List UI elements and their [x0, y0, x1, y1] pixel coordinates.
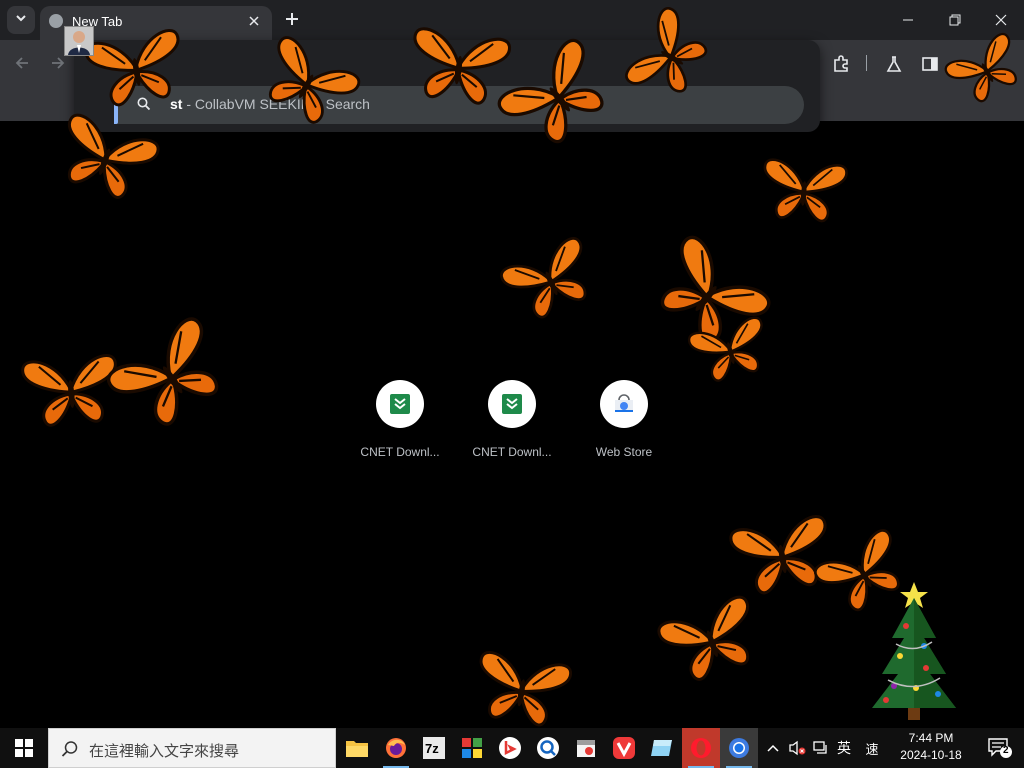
7zip-icon: 7z: [423, 737, 445, 759]
taskbar-app-search[interactable]: [529, 728, 567, 768]
butterfly-decoration: [464, 642, 580, 737]
close-tab-button[interactable]: [244, 11, 264, 31]
web-store-icon: [615, 394, 633, 412]
network-button[interactable]: [810, 728, 832, 768]
restore-button[interactable]: [937, 6, 973, 34]
taskbar-app-7zip[interactable]: 7z: [415, 728, 453, 768]
taskbar-search-placeholder: 在這裡輸入文字來搜尋: [89, 742, 240, 760]
toolbar-divider: [866, 55, 867, 71]
taskbar-app-file-explorer[interactable]: [338, 728, 376, 768]
person-icon: [65, 27, 93, 55]
taskbar-app[interactable]: [453, 728, 491, 768]
ime-mode-indicator[interactable]: 速: [860, 728, 884, 768]
shortcut-label: Web Store: [595, 445, 653, 459]
network-icon: [813, 741, 827, 754]
shortcut-label: CNET Downl...: [360, 445, 440, 459]
shortcut-tile[interactable]: Web Store: [568, 380, 680, 470]
ime-language-indicator[interactable]: 英: [832, 728, 856, 768]
minimize-icon: [903, 19, 913, 21]
butterfly-decoration: [90, 297, 249, 455]
butterfly-decoration: [486, 213, 613, 346]
taskbar-app-chrome[interactable]: [720, 728, 758, 768]
calendar-app-icon: [577, 740, 595, 757]
close-icon: [249, 16, 259, 26]
shortcut-icon-circle: [600, 380, 648, 428]
show-hidden-icons-button[interactable]: [762, 728, 784, 768]
shortcut-tile[interactable]: CNET Downl...: [344, 380, 456, 470]
chevron-down-icon: [15, 11, 27, 29]
cnet-download-icon: [502, 394, 522, 414]
start-button[interactable]: [0, 728, 48, 768]
volume-muted-icon: [789, 740, 806, 756]
globe-icon: [49, 14, 63, 28]
arrow-left-icon: [15, 57, 28, 69]
extensions-button[interactable]: [828, 51, 854, 77]
search-icon: [61, 740, 79, 758]
taskbar-app-notes[interactable]: [643, 728, 681, 768]
opera-icon: [691, 738, 711, 758]
taskbar-app-bing[interactable]: [491, 728, 529, 768]
search-app-icon: [537, 737, 559, 759]
labs-button[interactable]: [881, 51, 907, 77]
notification-icon: [988, 738, 1012, 758]
tab-search-button[interactable]: [7, 6, 35, 34]
back-button[interactable]: [11, 52, 33, 74]
shortcut-icon-circle: [376, 380, 424, 428]
firefox-icon: [386, 738, 406, 758]
notification-count-badge: 2: [1003, 745, 1009, 756]
shortcut-icon-circle: [488, 380, 536, 428]
taskbar: 在這裡輸入文字來搜尋 7z 英 速 7:44 PM 2024-10-18 2: [0, 728, 1024, 768]
taskbar-search-box[interactable]: 在這裡輸入文字來搜尋: [48, 728, 336, 768]
avatar[interactable]: [64, 26, 94, 56]
volume-button[interactable]: [786, 728, 808, 768]
flask-icon: [886, 56, 902, 72]
chrome-icon: [729, 738, 749, 758]
shortcut-tile[interactable]: CNET Downl...: [456, 380, 568, 470]
taskbar-app-calendar[interactable]: [567, 728, 605, 768]
clock-time: 7:44 PM: [908, 731, 954, 745]
taskbar-app-firefox[interactable]: [377, 728, 415, 768]
vivaldi-icon: [613, 737, 635, 759]
app-icon: [462, 738, 482, 758]
taskbar-clock[interactable]: 7:44 PM 2024-10-18: [890, 730, 972, 764]
file-explorer-icon: [346, 741, 368, 757]
shortcut-label: CNET Downl...: [472, 445, 552, 459]
clock-date: 2024-10-18: [900, 748, 962, 762]
restore-icon: [949, 14, 961, 26]
taskbar-app-opera[interactable]: [682, 728, 720, 768]
notes-app-icon: [651, 740, 672, 756]
chevron-up-icon: [767, 744, 779, 752]
puzzle-icon: [834, 55, 848, 72]
bing-icon: [499, 737, 521, 759]
cnet-download-icon: [390, 394, 410, 414]
windows-logo-icon: [15, 739, 33, 757]
minimize-button[interactable]: [890, 6, 926, 34]
svg-text:7z: 7z: [425, 741, 439, 756]
butterfly-decoration: [757, 150, 851, 229]
arrow-right-icon: [52, 57, 65, 69]
christmas-tree-decoration: [872, 582, 956, 720]
taskbar-app-vivaldi[interactable]: [605, 728, 643, 768]
notification-center-button[interactable]: 2: [980, 728, 1020, 768]
